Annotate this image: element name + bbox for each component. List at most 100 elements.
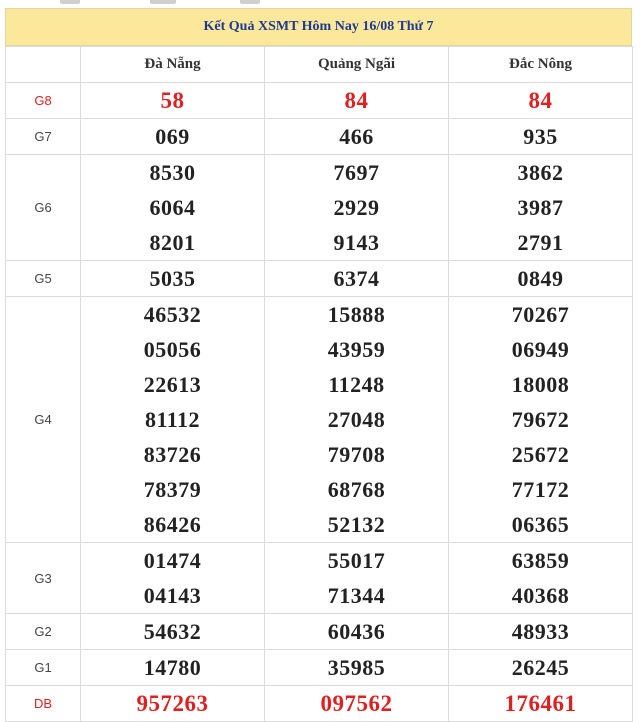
tab-indicator[interactable] <box>150 0 176 4</box>
result-number: 43959 <box>327 337 386 362</box>
result-cell: 7697 2929 9143 <box>264 154 449 261</box>
result-cell: 84 <box>264 82 449 119</box>
result-number: 01474 <box>143 548 202 573</box>
result-number: 05056 <box>143 337 202 362</box>
prize-row-g2: G2 54632 60436 48933 <box>5 613 633 650</box>
prize-label: G3 <box>5 542 81 614</box>
result-cell: 957263 <box>80 685 265 722</box>
result-number: 097562 <box>320 691 393 716</box>
result-number: 78379 <box>143 477 202 502</box>
result-number: 6374 <box>333 266 380 291</box>
result-number: 935 <box>523 124 558 149</box>
result-number: 54632 <box>143 619 202 644</box>
prize-label: G7 <box>5 118 81 155</box>
result-cell: 35985 <box>264 649 449 686</box>
result-cell: 069 <box>80 118 265 155</box>
result-cell: 6374 <box>264 260 449 297</box>
result-number: 84 <box>528 88 553 113</box>
result-number: 3862 <box>517 160 564 185</box>
prize-row-g6: G6 8530 6064 8201 7697 2929 9143 3862 3987 2791 <box>5 154 633 261</box>
result-cell: 5035 <box>80 260 265 297</box>
prize-label: G4 <box>5 296 81 543</box>
result-number: 8530 <box>149 160 196 185</box>
prize-label: G1 <box>5 649 81 686</box>
result-number: 26245 <box>511 655 570 680</box>
result-cell: 46532 05056 22613 81112 83726 78379 86426 <box>80 296 265 543</box>
result-number: 06949 <box>511 337 570 362</box>
prize-row-g7: G7 069 466 935 <box>5 118 633 155</box>
province-header-row: Đà Nẵng Quảng Ngãi Đắc Nông <box>5 46 633 83</box>
result-cell: 8530 6064 8201 <box>80 154 265 261</box>
result-number: 83726 <box>143 442 202 467</box>
result-number: 957263 <box>136 691 209 716</box>
result-cell: 097562 <box>264 685 449 722</box>
browser-tab-strip <box>0 0 640 5</box>
result-number: 68768 <box>327 477 386 502</box>
prize-row-g1: G1 14780 35985 26245 <box>5 649 633 686</box>
result-number: 04143 <box>143 583 202 608</box>
result-number: 79672 <box>511 407 570 432</box>
result-number: 5035 <box>149 266 196 291</box>
province-header[interactable]: Quảng Ngãi <box>264 46 449 83</box>
result-cell: 14780 <box>80 649 265 686</box>
tab-indicator[interactable] <box>60 0 80 4</box>
result-number: 14780 <box>143 655 202 680</box>
prize-column-header <box>5 46 81 83</box>
result-number: 3987 <box>517 195 564 220</box>
result-number: 15888 <box>327 302 386 327</box>
result-number: 84 <box>344 88 369 113</box>
result-number: 7697 <box>333 160 380 185</box>
result-cell: 935 <box>448 118 633 155</box>
result-cell: 0849 <box>448 260 633 297</box>
result-number: 22613 <box>143 372 202 397</box>
result-number: 52132 <box>327 512 386 537</box>
result-number: 176461 <box>504 691 577 716</box>
prize-label: G2 <box>5 613 81 650</box>
result-number: 70267 <box>511 302 570 327</box>
result-number: 40368 <box>511 583 570 608</box>
result-number: 86426 <box>143 512 202 537</box>
result-number: 25672 <box>511 442 570 467</box>
result-cell: 176461 <box>448 685 633 722</box>
prize-label: G6 <box>5 154 81 261</box>
result-number: 18008 <box>511 372 570 397</box>
result-cell: 26245 <box>448 649 633 686</box>
result-number: 2929 <box>333 195 380 220</box>
tab-indicator[interactable] <box>240 0 260 4</box>
prize-label: G5 <box>5 260 81 297</box>
result-number: 11248 <box>328 372 385 397</box>
result-number: 0849 <box>517 266 564 291</box>
province-header[interactable]: Đà Nẵng <box>80 46 265 83</box>
result-number: 06365 <box>511 512 570 537</box>
result-cell: 60436 <box>264 613 449 650</box>
result-cell: 48933 <box>448 613 633 650</box>
prize-row-g4: G4 46532 05056 22613 81112 83726 78379 86426 158… <box>5 296 633 543</box>
result-number: 58 <box>160 88 185 113</box>
result-number: 79708 <box>327 442 386 467</box>
results-title: Kết Quả XSMT Hôm Nay 16/08 Thứ 7 <box>5 8 632 46</box>
result-number: 069 <box>155 124 190 149</box>
result-number: 55017 <box>327 548 386 573</box>
result-number: 8201 <box>149 230 196 255</box>
prize-label: G8 <box>5 82 81 119</box>
results-panel: Kết Quả XSMT Hôm Nay 16/08 Thứ 7 Đà Nẵng… <box>5 8 633 722</box>
province-header[interactable]: Đắc Nông <box>448 46 633 83</box>
result-number: 466 <box>339 124 374 149</box>
result-number: 35985 <box>327 655 386 680</box>
result-cell: 70267 06949 18008 79672 25672 77172 06365 <box>448 296 633 543</box>
result-cell: 54632 <box>80 613 265 650</box>
prize-row-g3: G3 01474 04143 55017 71344 63859 40368 <box>5 542 633 614</box>
results-body: G8 58 84 84 G7 069 466 935 G6 8530 6064 8201 7697 292… <box>5 82 633 722</box>
result-cell: 466 <box>264 118 449 155</box>
result-number: 27048 <box>327 407 386 432</box>
result-number: 63859 <box>511 548 570 573</box>
result-number: 6064 <box>149 195 196 220</box>
result-cell: 55017 71344 <box>264 542 449 614</box>
result-cell: 01474 04143 <box>80 542 265 614</box>
result-number: 71344 <box>327 583 386 608</box>
prize-row-g5: G5 5035 6374 0849 <box>5 260 633 297</box>
prize-row-g8: G8 58 84 84 <box>5 82 633 119</box>
result-cell: 63859 40368 <box>448 542 633 614</box>
result-cell: 3862 3987 2791 <box>448 154 633 261</box>
result-number: 9143 <box>333 230 380 255</box>
